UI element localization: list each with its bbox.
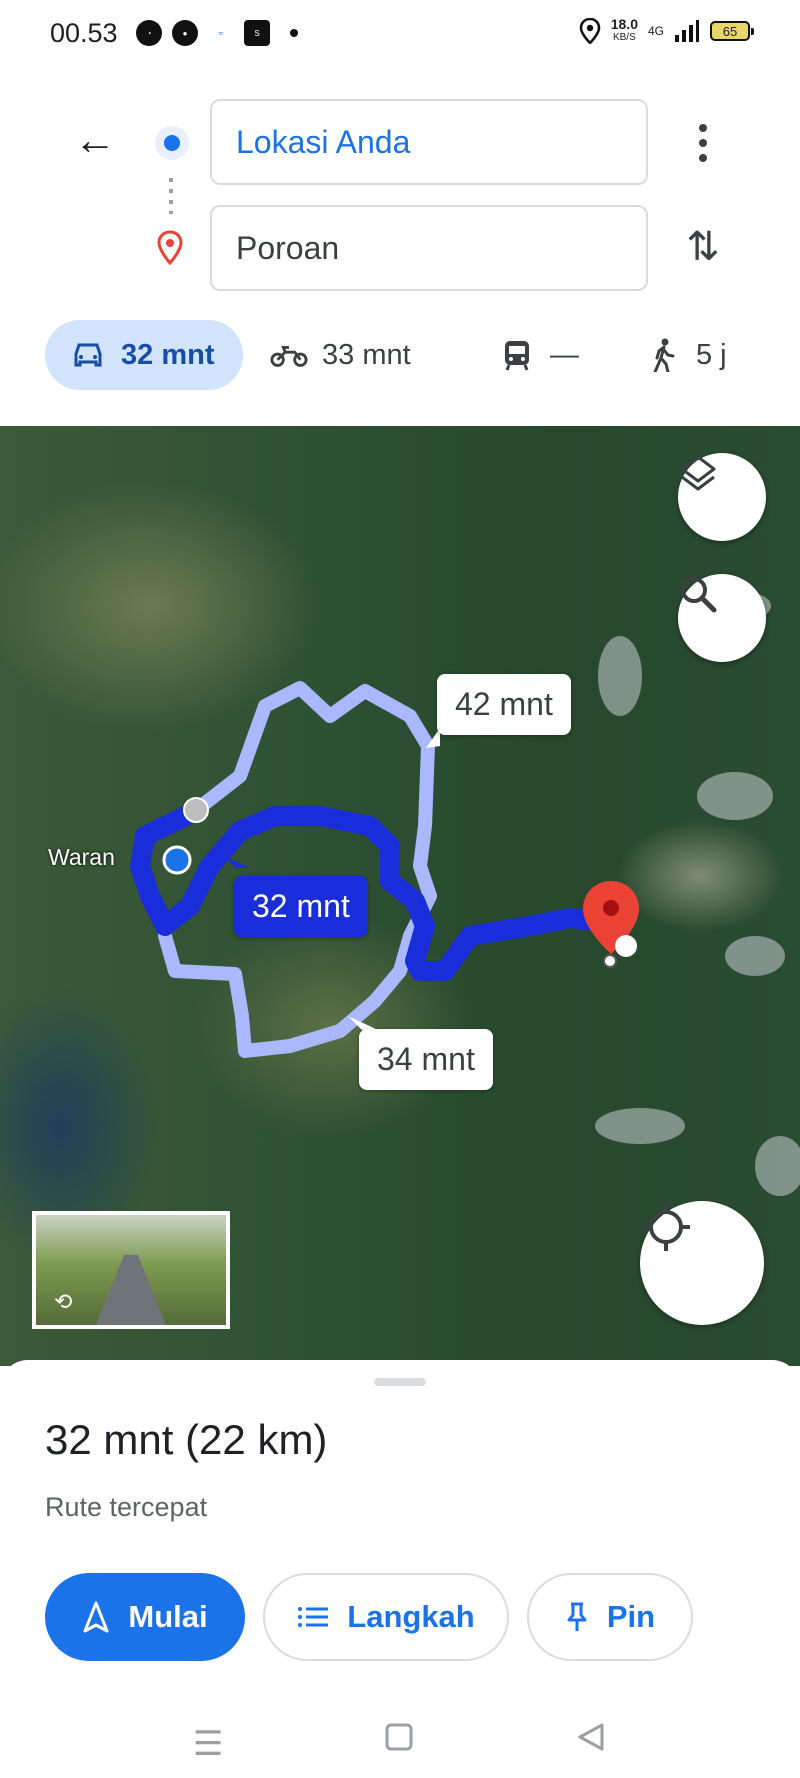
line-icon: ● <box>172 20 198 46</box>
steps-button-label: Langkah <box>347 1599 475 1634</box>
mode-transit-label: — <box>550 338 579 371</box>
shopping-bag-icon: S <box>244 20 270 46</box>
street-view-thumbnail[interactable]: ⟲ <box>32 1211 230 1329</box>
route-label-34[interactable]: 34 mnt <box>359 1029 493 1090</box>
back-arrow-icon[interactable]: ← <box>70 115 120 165</box>
route-selected-32[interactable] <box>130 804 610 981</box>
pin-button[interactable]: Pin <box>527 1573 693 1661</box>
origin-marker <box>162 845 192 875</box>
search-icon <box>681 577 717 613</box>
pin-button-label: Pin <box>606 1599 656 1634</box>
mode-motorcycle-label: 33 mnt <box>322 338 411 371</box>
status-bar: 00.53 ◔ ● ≈ S 18.0 KB/S 4G 65 <box>0 0 800 72</box>
more-notifications-icon <box>290 29 298 37</box>
street-view-road <box>96 1255 166 1325</box>
mode-driving-label: 32 mnt <box>121 338 215 371</box>
destination-marker[interactable] <box>583 881 639 968</box>
route-label-32[interactable]: 32 mnt <box>234 876 368 937</box>
system-nav-bar: ☰ <box>0 1700 800 1778</box>
layers-icon <box>680 455 716 491</box>
mode-motorcycle[interactable]: 33 mnt <box>270 320 411 390</box>
place-label-waran: Waran <box>48 844 115 870</box>
sheet-drag-handle[interactable] <box>374 1378 426 1386</box>
destination-pin-icon <box>157 230 183 266</box>
mode-transit[interactable]: — <box>498 320 579 390</box>
waypoint-marker <box>183 797 209 823</box>
start-button[interactable]: Mulai <box>45 1573 245 1661</box>
more-options-icon[interactable] <box>688 118 718 168</box>
start-button-label: Mulai <box>128 1599 208 1634</box>
whatsapp-icon: ◔ <box>136 20 162 46</box>
network-speed: 18.0 KB/S <box>610 16 638 44</box>
pushpin-icon <box>567 1602 587 1631</box>
battery-icon: 65 <box>710 21 754 41</box>
origin-input[interactable]: Lokasi Anda <box>210 99 648 185</box>
crosshair-icon <box>642 1203 690 1251</box>
route-subtitle: Rute tercepat <box>45 1492 208 1522</box>
swap-directions-icon[interactable]: ⇅ <box>680 222 726 272</box>
signal-icon <box>675 20 699 42</box>
mode-walking-label: 5 j <box>696 338 727 371</box>
route-label-42[interactable]: 42 mnt <box>437 674 571 735</box>
route-summary: 32 mnt (22 km) <box>45 1416 328 1463</box>
car-icon <box>69 339 107 371</box>
motorcycle-icon <box>270 339 308 371</box>
layers-button[interactable] <box>678 453 766 541</box>
network-type: 4G <box>647 24 664 38</box>
walk-icon <box>644 338 682 372</box>
network-speed-value: 18.0 <box>610 16 638 32</box>
search-button[interactable] <box>678 574 766 662</box>
steps-button[interactable]: Langkah <box>263 1573 509 1661</box>
rotate-360-icon: ⟲ <box>54 1289 73 1314</box>
transit-icon <box>498 339 536 371</box>
map-view[interactable]: Waran 42 mnt 32 mnt 34 mnt ⟲ <box>0 426 800 1366</box>
menu-nav-icon[interactable]: ☰ <box>193 1724 223 1764</box>
network-speed-unit: KB/S <box>612 32 636 43</box>
mode-walking[interactable]: 5 j <box>644 320 727 390</box>
status-right: 18.0 KB/S 4G 65 <box>579 16 754 44</box>
route-connector <box>169 178 173 214</box>
back-nav-icon[interactable] <box>576 1722 606 1761</box>
home-nav-icon[interactable] <box>384 1722 414 1761</box>
app-notification-icon: ≈ <box>208 20 234 46</box>
origin-dot-icon <box>155 126 189 160</box>
my-location-button[interactable] <box>640 1201 764 1325</box>
notification-icons: ◔ ● ≈ S <box>136 20 298 46</box>
navigation-arrow-icon <box>83 1601 109 1633</box>
mode-driving[interactable]: 32 mnt <box>45 320 243 390</box>
battery-level: 65 <box>722 23 738 39</box>
status-time: 00.53 <box>50 18 118 48</box>
list-icon <box>298 1607 329 1627</box>
location-status-icon <box>579 18 601 44</box>
destination-input[interactable]: Poroan <box>210 205 648 291</box>
